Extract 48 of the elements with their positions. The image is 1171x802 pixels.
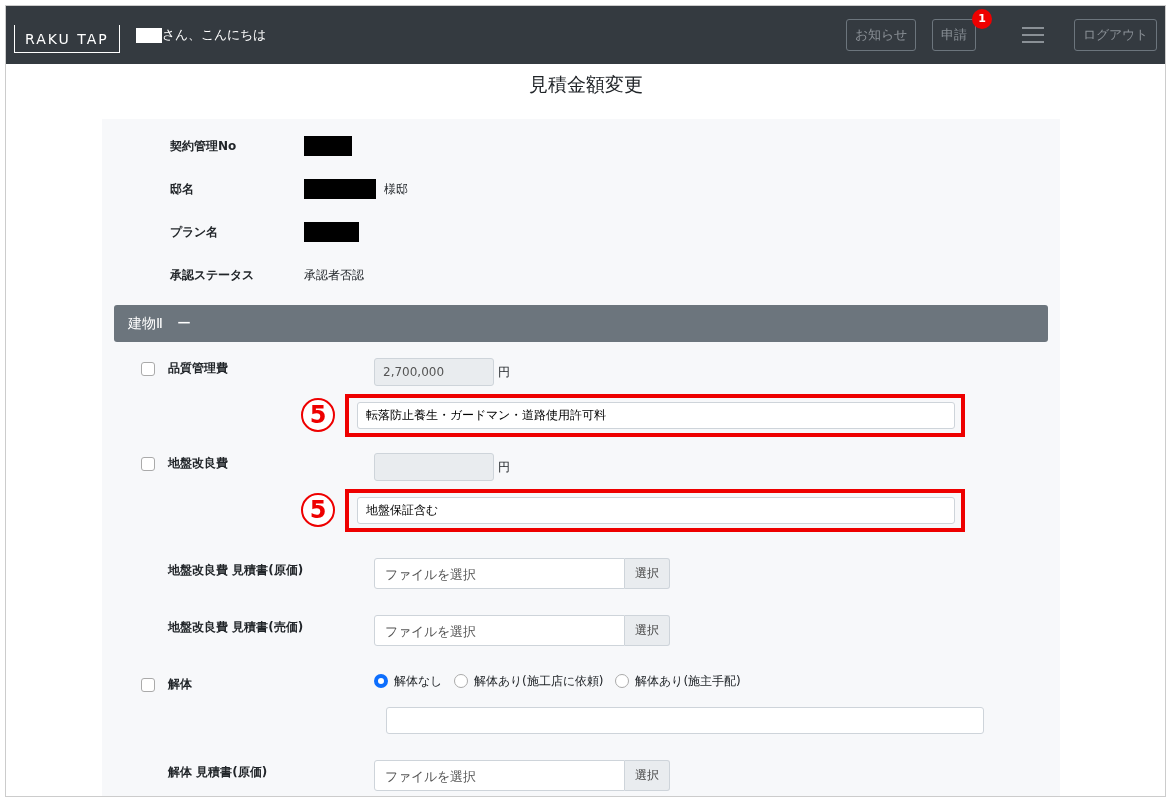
field-label: 地盤改良費 見積書(原価) xyxy=(168,561,305,579)
unit-text: 円 xyxy=(498,458,510,476)
annotation-marker: 5 xyxy=(301,398,335,432)
section-header[interactable]: 建物Ⅱ ー xyxy=(114,304,1048,342)
field-label: 地盤改良費 見積書(売価) xyxy=(168,618,305,636)
suffix-text: 様邸 xyxy=(384,181,408,198)
option-label: 解体あり(施主手配) xyxy=(635,672,741,690)
checkbox[interactable] xyxy=(141,361,155,376)
collapse-toggle[interactable]: ー xyxy=(176,312,191,334)
text-field[interactable]: 地盤保証含む xyxy=(357,496,955,524)
section-title: 建物Ⅱ xyxy=(128,313,163,333)
file-field[interactable]: ファイルを選択 xyxy=(374,557,625,589)
unit-text: 円 xyxy=(498,363,510,381)
radio-button[interactable] xyxy=(454,673,468,688)
radio-button[interactable] xyxy=(615,673,630,688)
annotation-marker: 5 xyxy=(301,493,335,527)
option-label: 解体あり(施工店に依頼) xyxy=(474,672,604,690)
browse-button[interactable]: 選択 xyxy=(625,557,670,589)
page-title: 見積金額変更 xyxy=(527,72,644,97)
logout-button[interactable]: ログアウト xyxy=(1074,19,1157,51)
menu-icon[interactable] xyxy=(1022,26,1044,44)
field-label: 邸名 xyxy=(170,181,195,198)
radio-option[interactable]: 解体あり(施工店に依頼) xyxy=(454,671,604,690)
field-label: 品質管理費 xyxy=(168,359,229,377)
option-label: 解体なし xyxy=(394,672,442,690)
greeting-text: さん、こんにちは xyxy=(161,26,266,45)
field-label: 承認ステータス xyxy=(170,267,255,284)
field-label: 契約管理No xyxy=(170,138,238,155)
field-label: 解体 見積書(原価) xyxy=(168,763,269,781)
text-field[interactable] xyxy=(386,706,984,734)
file-field[interactable]: ファイルを選択 xyxy=(374,614,625,646)
field-label: プラン名 xyxy=(170,224,219,241)
checkbox[interactable] xyxy=(141,456,155,471)
file-field[interactable]: ファイルを選択 xyxy=(374,759,625,791)
redacted-name-block xyxy=(135,27,162,43)
field-label: 地盤改良費 xyxy=(168,454,229,472)
browse-button[interactable]: 選択 xyxy=(625,614,670,646)
radio-button[interactable] xyxy=(374,673,388,688)
checkbox[interactable] xyxy=(141,677,155,692)
field-label: 解体 xyxy=(168,675,193,693)
logo: RAKU TAP xyxy=(14,25,120,53)
text-field[interactable]: 転落防止養生・ガードマン・道路使用許可料 xyxy=(357,401,955,429)
notification-badge: 1 xyxy=(972,9,992,30)
nav-button[interactable]: お知らせ xyxy=(846,19,916,51)
radio-option[interactable]: 解体あり(施主手配) xyxy=(615,671,741,690)
field-value: 承認者否認 xyxy=(304,267,364,284)
browse-button[interactable]: 選択 xyxy=(625,759,670,791)
radio-option[interactable]: 解体なし xyxy=(374,671,442,690)
